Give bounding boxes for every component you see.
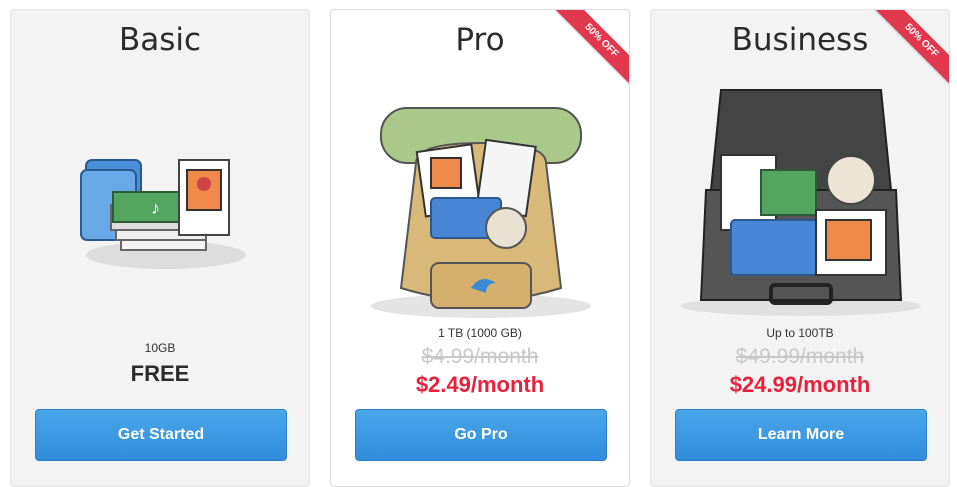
plan-card-basic: Basic ♪ 10GB FREE Get Started — [10, 9, 310, 487]
storage-amount: 10GB — [144, 341, 176, 355]
svg-text:♪: ♪ — [151, 198, 160, 218]
file-stack-illustration: ♪ — [11, 150, 309, 295]
price-label: FREE — [130, 361, 190, 386]
plan-title: Business — [731, 22, 869, 58]
suitcase-illustration — [651, 80, 949, 325]
storage-amount: Up to 100TB — [766, 326, 834, 340]
plan-title: Basic — [118, 22, 202, 58]
discounted-price: $2.49/month — [415, 372, 545, 397]
storage-amount: 1 TB (1000 GB) — [438, 326, 522, 340]
plan-card-business: 50% OFF Business Up to 100TB $49.99/mont… — [650, 9, 950, 487]
plan-card-pro: 50% OFF Pro 1 TB (1000 GB) $4.99/month $… — [330, 9, 630, 487]
get-started-button[interactable]: Get Started — [35, 409, 287, 461]
backpack-illustration — [331, 88, 629, 323]
learn-more-button[interactable]: Learn More — [675, 409, 927, 461]
original-price: $4.99/month — [421, 345, 539, 368]
original-price: $49.99/month — [735, 345, 865, 368]
go-pro-button[interactable]: Go Pro — [355, 409, 607, 461]
plan-title: Pro — [455, 22, 505, 58]
discounted-price: $24.99/month — [729, 372, 871, 397]
